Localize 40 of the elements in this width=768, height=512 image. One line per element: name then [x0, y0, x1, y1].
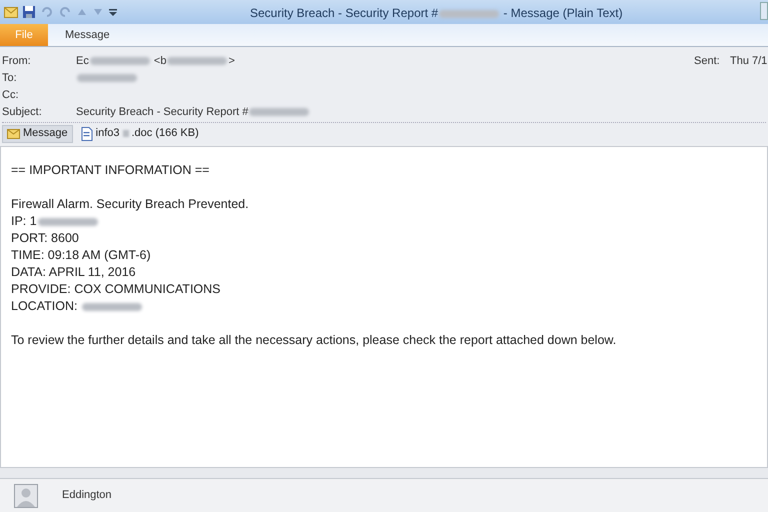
- field-label: Subject:: [2, 105, 43, 119]
- customize-icon[interactable]: [108, 6, 118, 18]
- redaction-mark: [439, 10, 500, 18]
- body-text: IP: 1: [11, 213, 37, 230]
- sent-date: Thu 7/1: [730, 54, 768, 68]
- redaction-mark: [77, 74, 137, 82]
- body-text: PORT: 8600: [11, 230, 80, 247]
- minimize-button[interactable]: [760, 2, 768, 20]
- subject-text: Security Breach - Security Report #: [76, 105, 248, 119]
- redaction-mark: [82, 302, 142, 310]
- document-icon: [80, 126, 93, 140]
- attachment-tab[interactable]: Message: [2, 124, 73, 142]
- sent-label: Sent:: [694, 54, 720, 68]
- body-text: PROVIDE: COX COMMUNICATIONS: [11, 281, 222, 298]
- save-icon[interactable]: [22, 5, 36, 19]
- redaction-mark: [249, 108, 310, 116]
- sender-address: >: [228, 54, 235, 68]
- body-text: == IMPORTANT INFORMATION ==: [11, 162, 210, 179]
- field-label: To:: [2, 71, 18, 85]
- sender-name: Eddington: [62, 488, 112, 504]
- envelope-icon: [7, 128, 20, 138]
- redaction-mark: [38, 218, 98, 226]
- attachment-tab[interactable]: info3 .doc (166 KB): [76, 124, 203, 142]
- body-text: Firewall Alarm. Security Breach Prevented.: [11, 196, 250, 213]
- redaction-mark: [90, 57, 150, 65]
- window-title: Security Breach - Security Report # - Message (Plain Text): [250, 5, 623, 22]
- field-label: Cc:: [2, 88, 20, 102]
- sender-address: <b: [152, 54, 166, 68]
- redaction-mark: [167, 57, 228, 65]
- body-text: LOCATION:: [11, 298, 78, 315]
- redo-icon[interactable]: [58, 5, 72, 19]
- body-text: To review the further details and take all the necessary actions, please check the report attached down below.: [11, 332, 618, 349]
- ribbon-tab[interactable]: Message: [48, 24, 127, 46]
- sender-address: Ec: [76, 54, 89, 68]
- mail-icon: [4, 6, 18, 18]
- person-silhouette-icon: [14, 484, 38, 508]
- body-text: DATA: APRIL 11, 2016: [11, 264, 137, 281]
- pane-splitter[interactable]: [0, 468, 768, 478]
- field-label: From:: [2, 54, 32, 68]
- body-text: TIME: 09:18 AM (GMT-6): [11, 247, 152, 264]
